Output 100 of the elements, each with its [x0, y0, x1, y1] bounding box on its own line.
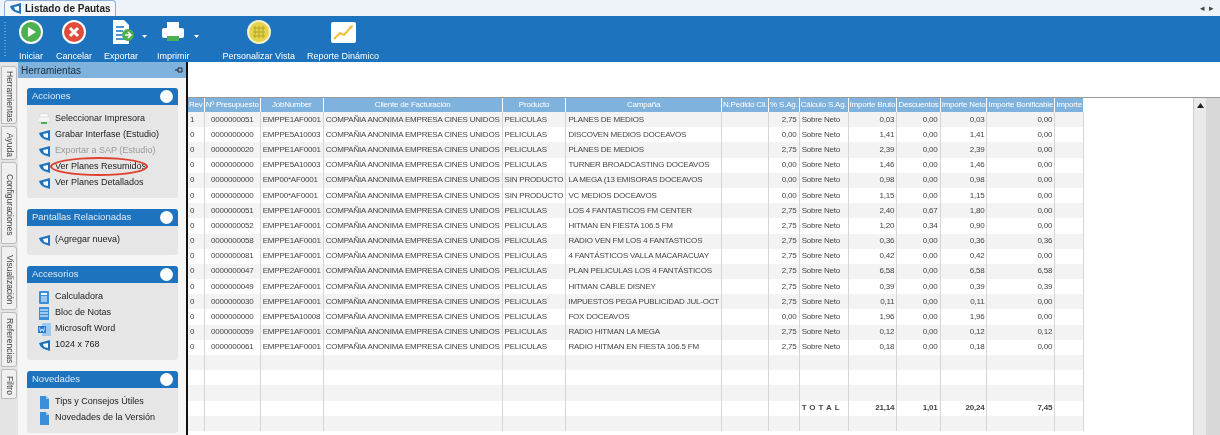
total-cell: TOTAL [799, 400, 848, 416]
table-cell: 0,00 [986, 218, 1055, 234]
table-cell: 1,46 [940, 157, 987, 173]
vertical-scrollbar[interactable] [1193, 98, 1206, 435]
table-cell: LA MEGA (13 EMISORAS DOCEAVOS [565, 172, 722, 188]
scroll-up-icon[interactable] [1195, 101, 1205, 110]
collapse-button[interactable] [160, 373, 173, 386]
app-icon [38, 160, 51, 174]
action-link[interactable]: Bloc de Notas [55, 306, 112, 320]
action-link[interactable]: Seleccionar Impresora [55, 112, 146, 126]
table-cell: 4 FANTÁSTICOS VALLA MACARACUAY [565, 248, 722, 264]
table-cell: 0,98 [940, 172, 987, 188]
table-cell: PELICULAS [502, 324, 566, 340]
scroll-right-button[interactable]: ▸ [1209, 4, 1214, 13]
scroll-left-button[interactable]: ◂ [1200, 4, 1205, 13]
table-cell: Sobre Neto [799, 309, 848, 325]
table-cell: TURNER BROADCASTING DOCEAVOS [565, 157, 722, 173]
table-cell: EMPPE5A10008 [260, 309, 324, 325]
notepad-icon [38, 306, 51, 320]
document-tab[interactable]: Listado de Pautas [4, 0, 116, 16]
group-title: Accesorios [32, 267, 79, 282]
table-cell: SIN PRODUCTO [502, 172, 566, 188]
table-cell: 0,00 [768, 309, 800, 325]
table-cell: PELICULAS [502, 142, 566, 158]
toolbar-button[interactable]: Cancelar [54, 18, 95, 61]
table-cell: EMPPE1AF0001 [260, 248, 324, 264]
table-cell: 0,00 [896, 172, 941, 188]
side-tab[interactable]: Referencias [1, 312, 17, 367]
table-cell: 0000000000 [204, 172, 261, 188]
toolbar-button[interactable]: Personalizar Vista [220, 18, 297, 61]
table-cell: COMPAÑIA ANONIMA EMPRESA CINES UNIDOS [323, 218, 503, 234]
side-tab[interactable]: Configuraciones [1, 162, 17, 244]
group-title: Novedades [32, 372, 81, 387]
dropdown-arrow-icon[interactable] [142, 35, 148, 38]
total-cell: 21,14 [848, 400, 897, 416]
toolbar-button[interactable]: Reporte Dinámico [304, 18, 381, 61]
table-cell: 0,00 [986, 248, 1055, 264]
table-cell: RADIO VEN FM LOS 4 FANTASTICOS [565, 233, 722, 249]
table-cell: 0000000052 [204, 218, 261, 234]
action-link[interactable]: 1024 x 768 [55, 338, 100, 352]
table-cell: Sobre Neto [799, 324, 848, 340]
table-cell: COMPAÑIA ANONIMA EMPRESA CINES UNIDOS [323, 309, 503, 325]
table-cell: Sobre Neto [799, 218, 848, 234]
table-cell: Sobre Neto [799, 172, 848, 188]
table-cell: 1,46 [848, 157, 897, 173]
action-link[interactable]: Tips y Consejos Útiles [55, 395, 144, 409]
action-link[interactable]: Ver Planes Detallados [55, 176, 144, 190]
table-cell: Sobre Neto [799, 142, 848, 158]
printer-icon [38, 112, 51, 126]
table-cell: 0,00 [768, 172, 800, 188]
panel-title: Herramientas [21, 63, 82, 78]
toolbar-button[interactable]: Imprimir [155, 18, 192, 61]
table-cell: 0 [188, 324, 205, 340]
collapse-button[interactable] [160, 90, 173, 103]
table-cell: 0000000000 [204, 157, 261, 173]
side-tab[interactable]: Filtro [1, 369, 17, 399]
table-cell: 0,00 [986, 309, 1055, 325]
toolbar-button[interactable]: Exportar [102, 18, 141, 61]
table-cell: 2,75 [768, 142, 800, 158]
table-cell: Sobre Neto [799, 157, 848, 173]
app-icon [9, 2, 22, 15]
collapse-button[interactable] [160, 211, 173, 224]
toolbar-button[interactable]: Iniciar [16, 18, 46, 61]
table-cell: PLANES DE MEDIOS [565, 142, 722, 158]
table-cell: 0,00 [896, 248, 941, 264]
action-link[interactable]: Grabar Interfase (Estudio) [55, 128, 160, 142]
table-cell: 2,39 [848, 142, 897, 158]
collapse-button[interactable] [160, 268, 173, 281]
table-cell: 0,12 [986, 324, 1055, 340]
pin-icon[interactable] [175, 67, 183, 73]
table-cell: 0 [188, 248, 205, 264]
total-cell: 1,01 [896, 400, 941, 416]
table-cell: COMPAÑIA ANONIMA EMPRESA CINES UNIDOS [323, 324, 503, 340]
table-cell: 0000000058 [204, 233, 261, 249]
action-link[interactable]: (Agregar nueva) [55, 233, 121, 247]
side-tab[interactable]: Visualización [1, 246, 17, 310]
table-cell: 2,75 [768, 218, 800, 234]
action-link[interactable]: Calculadora [55, 290, 104, 304]
table-cell: 0,00 [896, 324, 941, 340]
side-tab[interactable]: Herramientas [1, 66, 17, 124]
dropdown-arrow-icon[interactable] [193, 35, 199, 38]
grid-icon [245, 18, 272, 45]
table-cell: 0 [188, 142, 205, 158]
table-cell: 0 [188, 172, 205, 188]
action-link[interactable]: Ver Planes Resumidos [55, 160, 147, 174]
cancel-icon [61, 18, 87, 45]
total-cell: 20,24 [940, 400, 987, 416]
table-cell: COMPAÑIA ANONIMA EMPRESA CINES UNIDOS [323, 172, 503, 188]
action-link[interactable]: Microsoft Word [55, 322, 116, 336]
table-cell: PELICULAS [502, 248, 566, 264]
table-cell: 0,00 [896, 157, 941, 173]
table-cell: 2,75 [768, 248, 800, 264]
side-tab[interactable]: Ayuda [1, 126, 17, 160]
table-cell: 0 [188, 157, 205, 173]
table-cell: 0,42 [848, 248, 897, 264]
table-cell: 0,00 [986, 172, 1055, 188]
app-icon [38, 338, 51, 352]
word-document-icon [38, 322, 51, 336]
table-cell: 0 [188, 233, 205, 249]
action-link[interactable]: Novedades de la Versión [55, 411, 156, 425]
